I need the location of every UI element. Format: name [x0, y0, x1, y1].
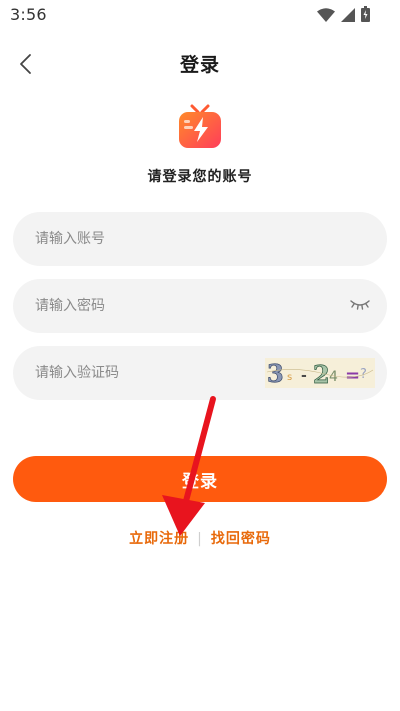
svg-text:3: 3 — [267, 359, 284, 388]
svg-text:4: 4 — [329, 369, 338, 385]
captcha-drawing: 3 s - 2 4 = ? — [267, 359, 374, 388]
wifi-icon — [317, 8, 335, 22]
battery-icon — [361, 6, 370, 22]
login-button[interactable]: 登录 — [13, 456, 387, 502]
captcha-input[interactable] — [35, 346, 295, 400]
password-field — [13, 279, 387, 333]
signal-icon — [341, 8, 355, 22]
captcha-image[interactable]: 3 s - 2 4 = ? — [265, 358, 375, 388]
header: 登录 — [0, 44, 400, 84]
register-link[interactable]: 立即注册 — [129, 531, 189, 547]
forgot-password-link[interactable]: 找回密码 — [211, 531, 271, 547]
login-subtitle: 请登录您的账号 — [147, 169, 253, 185]
svg-text:s: s — [287, 372, 292, 383]
auth-links: 立即注册 | 找回密码 — [0, 528, 400, 548]
account-field — [13, 212, 387, 266]
svg-text:2: 2 — [313, 360, 330, 388]
account-input[interactable] — [35, 212, 295, 266]
page-title: 登录 — [179, 54, 220, 76]
app-logo — [179, 104, 221, 148]
status-time: 3:56 — [10, 5, 47, 24]
status-bar: 3:56 — [0, 0, 400, 28]
svg-text:=: = — [345, 365, 360, 386]
password-input[interactable] — [35, 279, 295, 333]
link-separator: | — [197, 531, 203, 547]
captcha-field: 3 s - 2 4 = ? — [13, 346, 387, 400]
eye-closed-icon[interactable] — [349, 297, 371, 313]
status-icons — [317, 6, 370, 22]
